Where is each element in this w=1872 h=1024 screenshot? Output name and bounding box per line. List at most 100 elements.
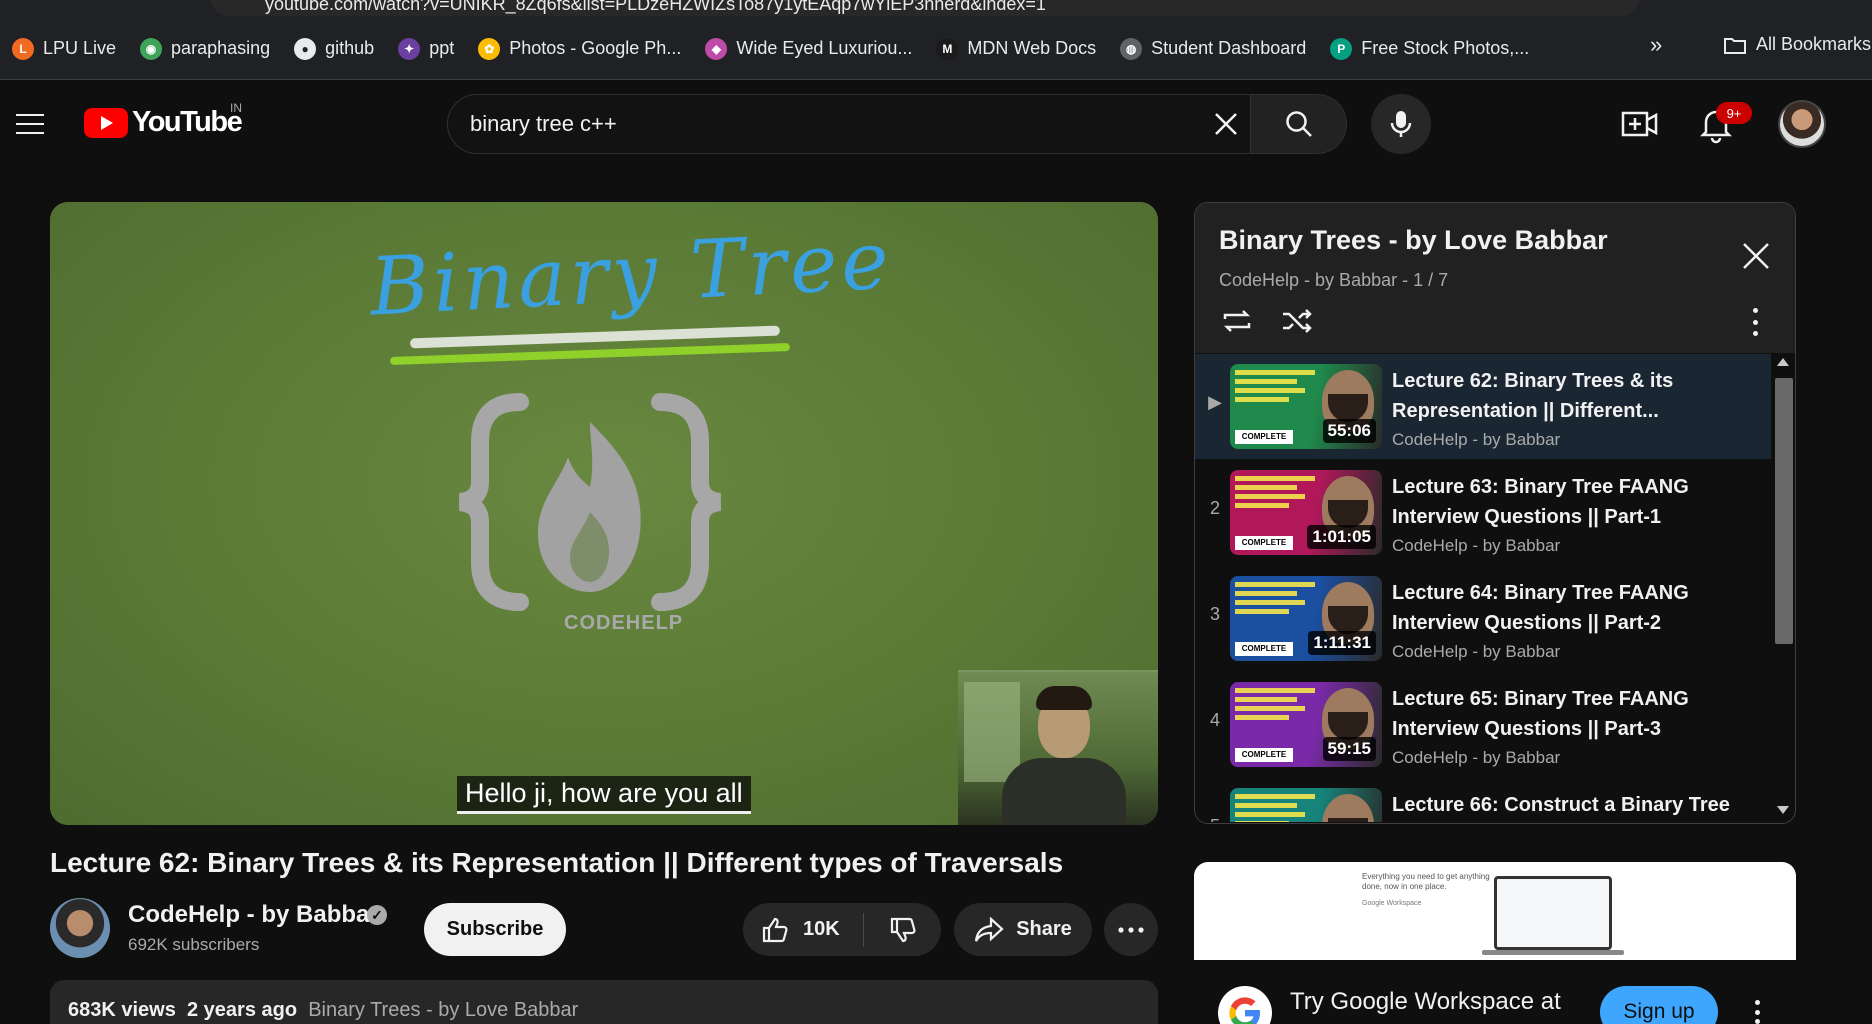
thumbs-up-icon — [762, 917, 788, 942]
close-playlist-icon[interactable] — [1740, 240, 1772, 272]
playlist-item[interactable]: 4 COMPLETE 59:15 Lecture 65: Binary Tree FA… — [1195, 672, 1771, 777]
youtube-watch-page: youtube.com/watch?v=UNIKR_8Zq6fs&list=PL… — [0, 0, 1872, 1024]
playlist-index: 5 — [1203, 816, 1227, 822]
more-horizontal-icon — [1118, 926, 1144, 933]
playlist-scroll-thumb[interactable] — [1775, 378, 1793, 644]
globe-icon: ◍ — [1120, 37, 1143, 60]
playlist-item[interactable]: 2 COMPLETE 1:01:05 Lecture 63: Binary Tree … — [1195, 460, 1771, 565]
playlist-item-title[interactable]: Lecture 66: Construct a Binary Tree from… — [1392, 790, 1747, 822]
search-input[interactable] — [470, 108, 1190, 140]
subscriber-count: 692K subscribers — [128, 935, 260, 954]
playlist-item-title[interactable]: Lecture 65: Binary Tree FAANG Interview … — [1392, 684, 1747, 744]
youtube-logo-text: YouTube — [132, 106, 243, 138]
bookmark-label: paraphasing — [171, 38, 271, 58]
playlist-item-title[interactable]: Lecture 64: Binary Tree FAANG Interview … — [1392, 578, 1747, 638]
now-playing-icon: ▶ — [1208, 392, 1222, 412]
verified-check-icon: ✓ — [367, 905, 387, 925]
ppt-icon: ✦ — [398, 37, 421, 60]
playlist-item-title[interactable]: Lecture 62: Binary Trees & its Represent… — [1392, 366, 1747, 426]
view-count: 683K views — [68, 999, 176, 1021]
browser-toolbar: youtube.com/watch?v=UNIKR_8Zq6fs&list=PL… — [0, 0, 1872, 18]
bookmark-item[interactable]: L LPU Live — [0, 31, 128, 67]
search-button[interactable] — [1251, 94, 1347, 154]
dislike-button[interactable] — [864, 903, 941, 956]
bookmark-item[interactable]: M MDN Web Docs — [924, 31, 1108, 67]
playlist-items: ▶ COMPLETE 55:06 Lecture 62: Binary Trees &… — [1195, 354, 1771, 822]
playlist-item[interactable]: 3 COMPLETE 1:11:31 Lecture 64: Binary Tree … — [1195, 566, 1771, 671]
like-button[interactable]: 10K — [743, 903, 863, 956]
more-bookmarks-chevron-icon[interactable]: » — [1650, 32, 1662, 58]
youtube-play-icon — [84, 107, 128, 138]
ad-menu-icon[interactable] — [1752, 1000, 1762, 1024]
like-count: 10K — [803, 918, 840, 940]
youtube-logo[interactable]: YouTube — [84, 106, 243, 139]
playlist-link[interactable]: Binary Trees - by Love Babbar — [308, 999, 578, 1021]
menu-icon[interactable] — [16, 114, 44, 134]
playlist-item-channel: CodeHelp - by Babbar — [1392, 536, 1561, 555]
ad-banner-text: Everything you need to get anything done… — [1362, 872, 1490, 891]
video-player[interactable]: Binary Tree CODEHELP Hello ji, how are y… — [50, 202, 1158, 825]
share-button[interactable]: Share — [954, 903, 1092, 956]
bookmark-label: github — [325, 38, 375, 58]
loop-playlist-icon[interactable] — [1220, 306, 1254, 336]
share-label: Share — [1016, 918, 1072, 940]
bookmark-label: ppt — [429, 38, 455, 58]
scroll-up-arrow-icon[interactable] — [1777, 358, 1789, 366]
bookmark-item[interactable]: ◉ paraphasing — [128, 31, 282, 67]
pexels-icon: P — [1330, 37, 1353, 60]
playlist-index: 2 — [1209, 498, 1220, 518]
video-thumbnail[interactable]: COMPLETE — [1230, 788, 1382, 822]
video-thumbnail[interactable]: COMPLETE 55:06 — [1230, 364, 1382, 449]
playlist-item-title[interactable]: Lecture 63: Binary Tree FAANG Interview … — [1392, 472, 1747, 532]
account-avatar[interactable] — [1778, 100, 1826, 148]
channel-name[interactable]: CodeHelp - by Babbar — [128, 901, 379, 929]
all-bookmarks-label: All Bookmarks — [1756, 34, 1872, 54]
video-thumbnail[interactable]: COMPLETE 59:15 — [1230, 682, 1382, 767]
subscribe-button[interactable]: Subscribe — [424, 903, 566, 956]
folder-icon — [1724, 37, 1746, 54]
bookmark-item[interactable]: ◍ Student Dashboard — [1108, 31, 1318, 67]
shuffle-icon[interactable] — [1280, 306, 1314, 336]
playlist-item-channel: CodeHelp - by Babbar — [1392, 642, 1561, 661]
google-photos-icon: ✿ — [478, 37, 501, 60]
video-thumbnail[interactable]: COMPLETE 1:01:05 — [1230, 470, 1382, 555]
ad-banner-brand: Google Workspace — [1362, 900, 1422, 907]
bookmark-label: Photos - Google Ph... — [509, 38, 682, 58]
clear-search-icon[interactable] — [1208, 106, 1244, 142]
playlist-item[interactable]: ▶ COMPLETE 55:06 Lecture 62: Binary Trees &… — [1195, 354, 1771, 459]
bookmark-label: Wide Eyed Luxuriou... — [736, 38, 913, 58]
playlist-item-channel: CodeHelp - by Babbar — [1392, 748, 1561, 767]
description-meta: 683K views 2 years ago Binary Trees - by… — [68, 999, 578, 1022]
voice-search-button[interactable] — [1371, 94, 1431, 154]
video-duration: 1:01:05 — [1307, 525, 1376, 549]
all-bookmarks-button[interactable]: All Bookmarks — [1724, 34, 1871, 55]
ad-banner[interactable]: Everything you need to get anything done… — [1194, 862, 1796, 960]
bookmark-item[interactable]: ✦ ppt — [386, 31, 466, 67]
create-video-icon[interactable] — [1620, 106, 1660, 142]
video-title: Lecture 62: Binary Trees & its Represent… — [50, 847, 1064, 878]
webcam-overlay — [958, 670, 1158, 825]
bookmark-item[interactable]: ✿ Photos - Google Ph... — [466, 31, 693, 67]
address-bar-url[interactable]: youtube.com/watch?v=UNIKR_8Zq6fs&list=PL… — [265, 0, 1046, 15]
playlist-subtitle: CodeHelp - by Babbar - 1 / 7 — [1219, 270, 1449, 290]
playlist-menu-icon[interactable] — [1748, 308, 1762, 336]
laptop-illustration — [1494, 876, 1612, 950]
bookmark-item[interactable]: ◆ Wide Eyed Luxuriou... — [693, 31, 924, 67]
playlist-item-channel: CodeHelp - by Babbar — [1392, 430, 1561, 449]
scroll-down-arrow-icon[interactable] — [1777, 806, 1789, 814]
channel-avatar[interactable] — [50, 898, 110, 958]
bookmark-item[interactable]: ● github — [282, 31, 386, 67]
bookmark-label: LPU Live — [43, 38, 117, 58]
bookmark-item[interactable]: P Free Stock Photos,... — [1318, 31, 1541, 67]
video-duration: 59:15 — [1322, 737, 1376, 761]
ad-signup-button[interactable]: Sign up — [1600, 986, 1718, 1024]
ad-headline[interactable]: Try Google Workspace at — [1290, 988, 1561, 1016]
playlist-item[interactable]: 5COMPLETE Lecture 66: Construct a Binary … — [1195, 778, 1771, 822]
more-actions-button[interactable] — [1104, 903, 1158, 956]
playlist-title[interactable]: Binary Trees - by Love Babbar — [1219, 225, 1608, 256]
video-thumbnail[interactable]: COMPLETE 1:11:31 — [1230, 576, 1382, 661]
like-dislike-group: 10K — [743, 903, 941, 956]
playlist-index: 3 — [1209, 604, 1220, 624]
codehelp-logo-icon — [458, 393, 722, 611]
github-icon: ● — [294, 37, 317, 60]
